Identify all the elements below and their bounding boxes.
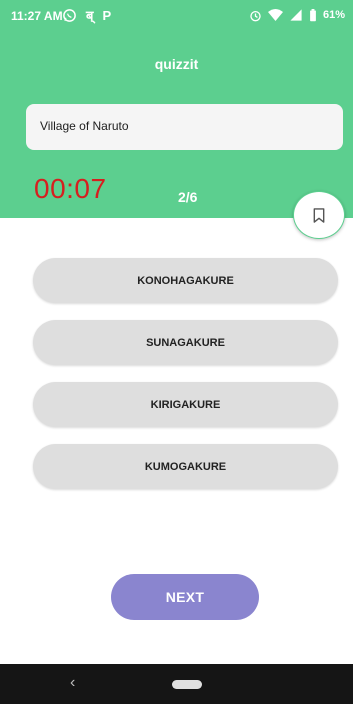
hindi-char-icon: ब्	[86, 8, 94, 23]
wifi-icon	[267, 9, 283, 21]
bookmark-icon	[313, 207, 325, 223]
next-label: NEXT	[165, 589, 205, 605]
option-label: KONOHAGAKURE	[137, 274, 234, 287]
p-icon: P	[102, 7, 112, 23]
question-text: Village of Naruto	[40, 119, 129, 133]
timer: 00:07	[34, 173, 107, 204]
battery-text: 61%	[322, 9, 345, 21]
next-button[interactable]: NEXT	[111, 574, 259, 620]
bookmark-button[interactable]	[293, 191, 345, 239]
header: 11:27 AM ब् P 61% quizzit Village of Nar…	[0, 0, 353, 218]
option-button[interactable]: KONOHAGAKURE	[33, 258, 338, 303]
option-label: KIRIGAKURE	[150, 398, 221, 411]
status-right: 61%	[249, 6, 345, 24]
alarm-icon	[250, 10, 261, 21]
back-icon[interactable]: ‹	[70, 674, 75, 692]
signal-icon	[290, 9, 302, 21]
option-label: KUMOGAKURE	[144, 460, 227, 473]
battery-icon	[310, 8, 316, 21]
option-button[interactable]: SUNAGAKURE	[33, 320, 338, 365]
home-pill-icon[interactable]	[172, 680, 202, 689]
option-button[interactable]: KUMOGAKURE	[33, 444, 338, 489]
status-left-icons: ब् P	[62, 5, 111, 25]
status-time: 11:27 AM	[11, 9, 63, 23]
system-nav-bar: ‹	[0, 664, 353, 704]
whatsapp-icon	[63, 8, 76, 22]
app-title: quizzit	[154, 56, 199, 72]
option-button[interactable]: KIRIGAKURE	[33, 382, 338, 427]
status-bar: 11:27 AM ब् P 61%	[0, 0, 353, 30]
question-progress: 2/6	[178, 189, 198, 205]
option-label: SUNAGAKURE	[146, 336, 225, 349]
question-card: Village of Naruto	[26, 104, 343, 150]
